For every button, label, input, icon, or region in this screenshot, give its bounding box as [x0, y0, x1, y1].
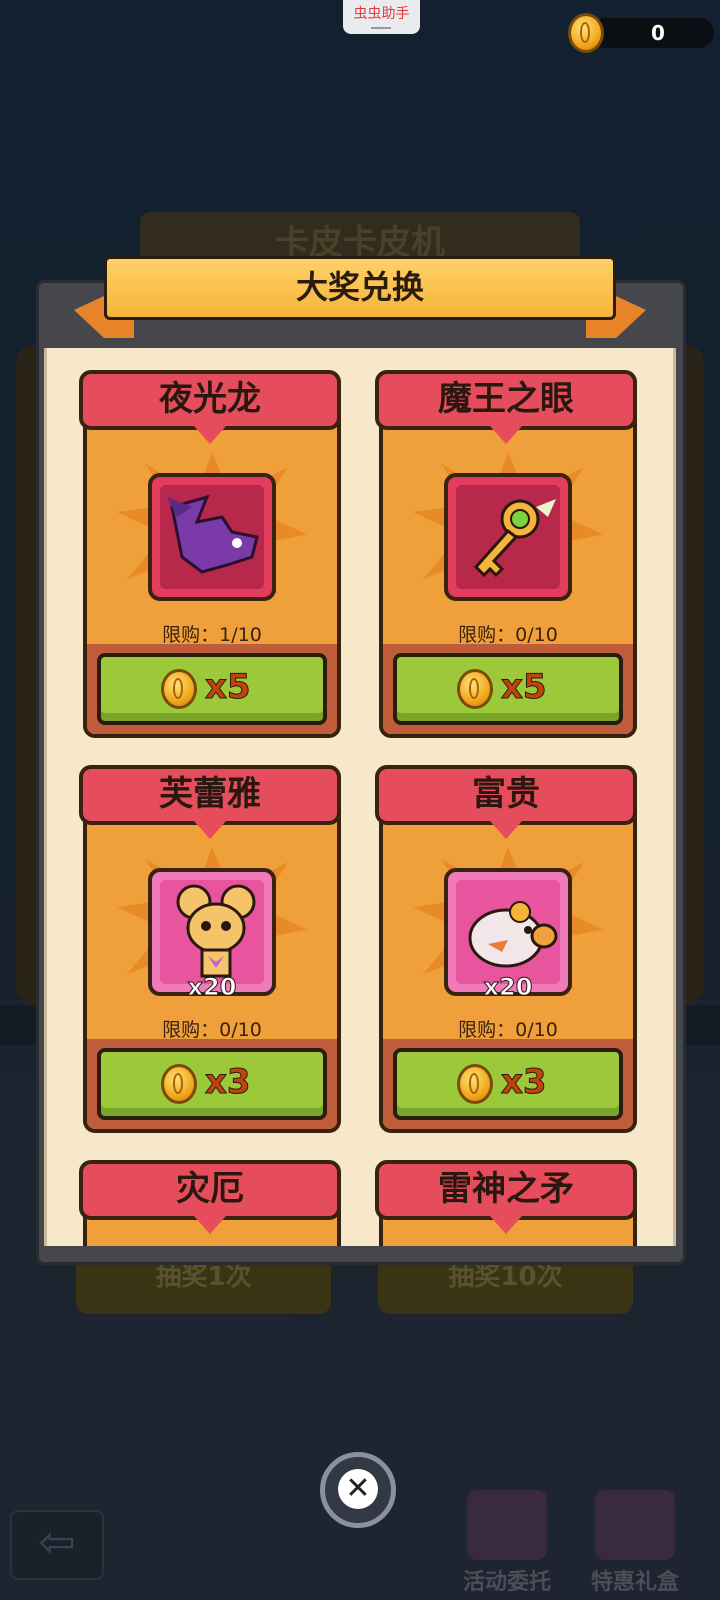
back-button[interactable]: ⇦ [10, 1510, 104, 1580]
item-quantity: x20 [483, 973, 533, 1002]
prize-name: 富贵 [375, 765, 637, 825]
prize-name: 夜光龙 [79, 370, 341, 430]
tasks-button[interactable]: 活动委托 [452, 1490, 562, 1595]
purchase-limit: 限购：0/10 [458, 1019, 558, 1041]
price-label: x3 [501, 1062, 548, 1103]
dragon-skin-image [148, 473, 276, 601]
close-icon: ✕ [338, 1469, 378, 1509]
key-icon [473, 499, 556, 578]
coin-count: 0 [651, 21, 665, 45]
purchase-limit: 限购：0/10 [162, 1019, 262, 1041]
dragon-icon [167, 494, 259, 574]
purchase-limit: 限购：0/10 [458, 624, 558, 646]
gift-label: 特惠礼盒 [590, 1570, 679, 1595]
clipboard-icon [467, 1490, 547, 1560]
exchange-list[interactable]: 夜光龙 限购：1/10 x5 魔王之眼 限购：0/10 x5 芙蕾雅 x20 限… [44, 348, 676, 1246]
price-label: x5 [205, 667, 252, 708]
tasks-label: 活动委托 [462, 1570, 551, 1595]
coin-icon [457, 669, 493, 709]
demon-eye-key-image [444, 473, 572, 601]
purchase-limit: 限购：1/10 [162, 624, 262, 646]
prize-name: 灾厄 [79, 1160, 341, 1220]
buy-button[interactable]: x5 [393, 653, 623, 725]
assistant-tab[interactable]: 虫虫助手 [343, 0, 420, 34]
prize-name: 芙蕾雅 [79, 765, 341, 825]
gift-box-button[interactable]: 特惠礼盒 [580, 1490, 690, 1595]
arrow-left-icon: ⇦ [38, 1517, 76, 1568]
modal-title: 大奖兑换 [104, 256, 616, 320]
close-button[interactable]: ✕ [320, 1452, 396, 1528]
prize-name: 雷神之矛 [375, 1160, 637, 1220]
price-label: x3 [205, 1062, 252, 1103]
coin-icon [457, 1064, 493, 1104]
buy-button[interactable]: x5 [97, 653, 327, 725]
coin-icon [568, 13, 604, 53]
price-label: x5 [501, 667, 548, 708]
coin-icon [161, 1064, 197, 1104]
gift-icon [595, 1490, 675, 1560]
buy-button[interactable]: x3 [393, 1048, 623, 1120]
coin-icon [161, 669, 197, 709]
prize-name: 魔王之眼 [375, 370, 637, 430]
buy-button[interactable]: x3 [97, 1048, 327, 1120]
item-quantity: x20 [187, 973, 237, 1002]
